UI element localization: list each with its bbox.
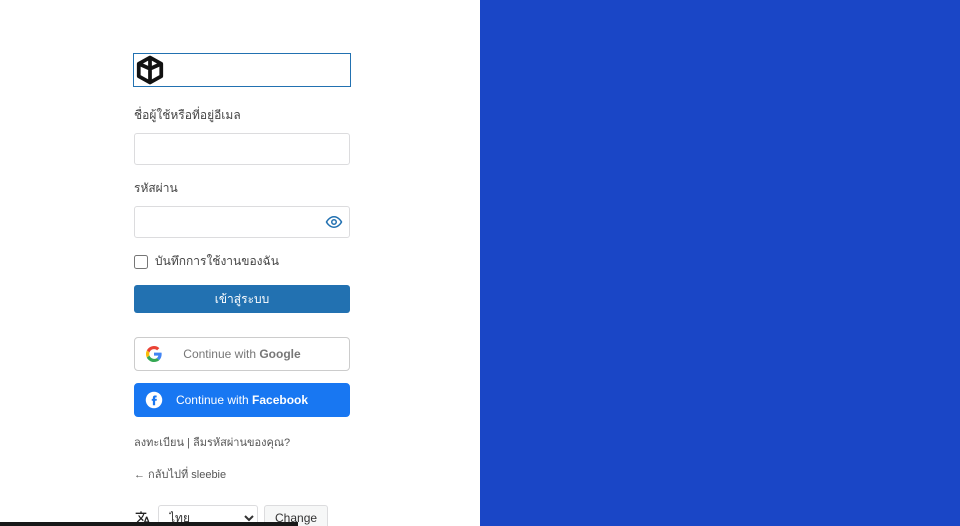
password-label: รหัสผ่าน: [134, 179, 350, 198]
back-link[interactable]: ← กลับไปที่ sleebie: [134, 469, 226, 481]
google-button-label: Continue with Google: [145, 347, 339, 361]
continue-with-facebook-button[interactable]: Continue with Facebook: [134, 383, 350, 417]
logo-focus-ring: [134, 54, 350, 86]
username-input[interactable]: [134, 133, 350, 165]
register-link[interactable]: ลงทะเบียน: [134, 437, 184, 449]
continue-with-google-button[interactable]: Continue with Google: [134, 337, 350, 371]
back-link-row: ← กลับไปที่ sleebie: [134, 465, 350, 483]
bottom-shadow: [0, 522, 298, 526]
username-label: ชื่อผู้ใช้หรือที่อยู่อีเมล: [134, 106, 350, 125]
password-input[interactable]: [134, 206, 350, 238]
show-password-icon[interactable]: [324, 212, 344, 232]
remember-checkbox[interactable]: [134, 255, 148, 269]
brand-logo-icon: [135, 55, 165, 85]
remember-me-row[interactable]: บันทึกการใช้งานของฉัน: [134, 252, 350, 271]
login-form: ชื่อผู้ใช้หรือที่อยู่อีเมล รหัสผ่าน บันท…: [134, 54, 350, 526]
facebook-button-label: Continue with Facebook: [145, 393, 339, 407]
submit-button[interactable]: เข้าสู่ระบบ: [134, 285, 350, 313]
secondary-links: ลงทะเบียน | ลืมรหัสผ่านของคุณ?: [134, 433, 350, 451]
remember-label: บันทึกการใช้งานของฉัน: [155, 252, 279, 271]
forgot-password-link[interactable]: ลืมรหัสผ่านของคุณ?: [193, 437, 290, 449]
hero-panel: [480, 0, 960, 526]
